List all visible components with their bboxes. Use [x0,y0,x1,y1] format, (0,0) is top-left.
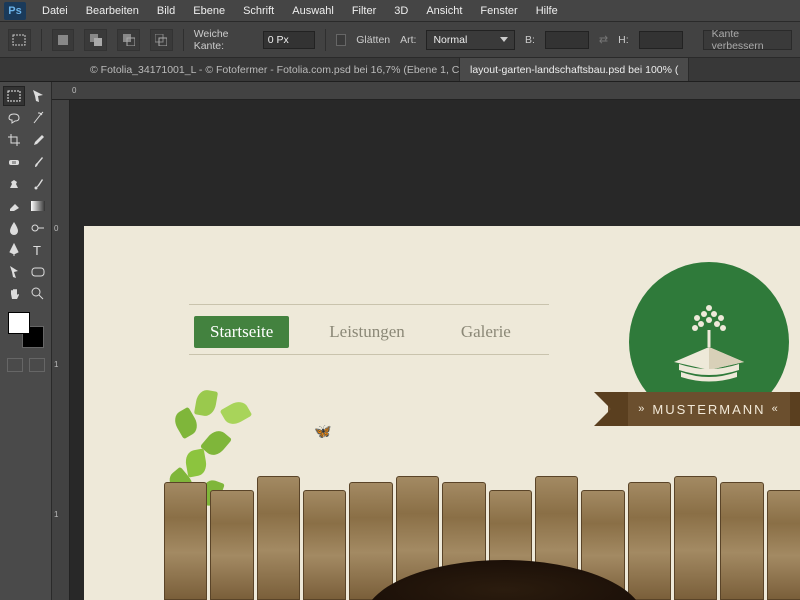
menu-datei[interactable]: Datei [34,3,76,19]
style-select[interactable]: Normal [426,30,515,50]
swap-wh-icon[interactable]: ⇄ [599,33,608,46]
antialias-label: Glätten [356,34,390,46]
height-label: H: [618,34,629,46]
menu-hilfe[interactable]: Hilfe [528,3,566,19]
screenmode-toggle[interactable] [29,358,45,372]
menu-3d[interactable]: 3D [386,3,416,19]
pen-tool[interactable] [3,240,25,260]
menu-fenster[interactable]: Fenster [472,3,525,19]
menu-ebene[interactable]: Ebene [185,3,233,19]
refine-edge-button[interactable]: Kante verbessern [703,30,792,50]
blur-tool[interactable] [3,218,25,238]
tools-panel: T [0,82,52,600]
style-label: Art: [400,34,416,46]
nav-leistungen: Leistungen [313,316,421,348]
feather-label: Weiche Kante: [194,28,253,52]
marquee-tool-icon[interactable] [8,29,31,51]
nav-galerie: Galerie [445,316,527,348]
shape-tool[interactable] [27,262,49,282]
menu-bild[interactable]: Bild [149,3,183,19]
marquee-tool[interactable] [3,86,25,106]
canvas-area: 0 0 1 1 Startseite Leistungen Galerie [52,82,800,600]
color-swatches[interactable] [8,312,44,348]
selection-new-icon[interactable] [52,29,75,51]
selection-sub-icon[interactable] [117,29,140,51]
design-logo: » MUSTERMANN « [614,262,800,452]
crop-tool[interactable] [3,130,25,150]
arrow-right-icon: » [638,403,646,415]
menu-auswahl[interactable]: Auswahl [284,3,342,19]
menu-ansicht[interactable]: Ansicht [418,3,470,19]
foreground-color-swatch[interactable] [8,312,30,334]
quickmask-toggle[interactable] [7,358,23,372]
height-input[interactable] [639,31,683,49]
clone-stamp-tool[interactable] [3,174,25,194]
selection-intersect-icon[interactable] [150,29,173,51]
chevron-down-icon [500,37,508,42]
svg-text:T: T [33,244,41,256]
butterfly-icon: 🦋 [314,423,331,440]
design-nav: Startseite Leistungen Galerie [194,316,527,348]
document-tabs: © Fotolia_34171001_L - © Fotofermer - Fo… [0,58,800,82]
ruler-vertical[interactable]: 0 1 1 [52,100,70,600]
canvas[interactable]: Startseite Leistungen Galerie [70,100,800,600]
feather-input[interactable] [263,31,315,49]
brush-tool[interactable] [27,152,49,172]
logo-ribbon: » MUSTERMANN « [608,392,800,426]
design-artboard: Startseite Leistungen Galerie [84,226,800,600]
logo-text: MUSTERMANN [652,402,765,417]
menubar: Ps Datei Bearbeiten Bild Ebene Schrift A… [0,0,800,22]
path-select-tool[interactable] [3,262,25,282]
menu-filter[interactable]: Filter [344,3,384,19]
ruler-horizontal[interactable]: 0 [52,82,800,100]
dodge-tool[interactable] [27,218,49,238]
tab-document-1[interactable]: © Fotolia_34171001_L - © Fotofermer - Fo… [80,58,460,81]
hand-tool[interactable] [3,284,25,304]
magic-wand-tool[interactable] [27,108,49,128]
arrow-left-icon: « [772,403,780,415]
lasso-tool[interactable] [3,108,25,128]
eraser-tool[interactable] [3,196,25,216]
antialias-checkbox[interactable] [336,34,347,46]
work-area: T 0 0 1 1 [0,82,800,600]
eyedropper-tool[interactable] [27,130,49,150]
app-logo: Ps [4,2,26,20]
history-brush-tool[interactable] [27,174,49,194]
menu-schrift[interactable]: Schrift [235,3,282,19]
selection-add-icon[interactable] [84,29,107,51]
type-tool[interactable]: T [27,240,49,260]
healing-brush-tool[interactable] [3,152,25,172]
width-input[interactable] [545,31,589,49]
zoom-tool[interactable] [27,284,49,304]
gradient-tool[interactable] [27,196,49,216]
tab-document-2[interactable]: layout-garten-landschaftsbau.psd bei 100… [460,58,689,81]
width-label: B: [525,34,535,46]
menu-bearbeiten[interactable]: Bearbeiten [78,3,147,19]
nav-startseite: Startseite [194,316,289,348]
options-bar: Weiche Kante: Glätten Art: Normal B: ⇄ H… [0,22,800,58]
move-tool[interactable] [27,86,49,106]
